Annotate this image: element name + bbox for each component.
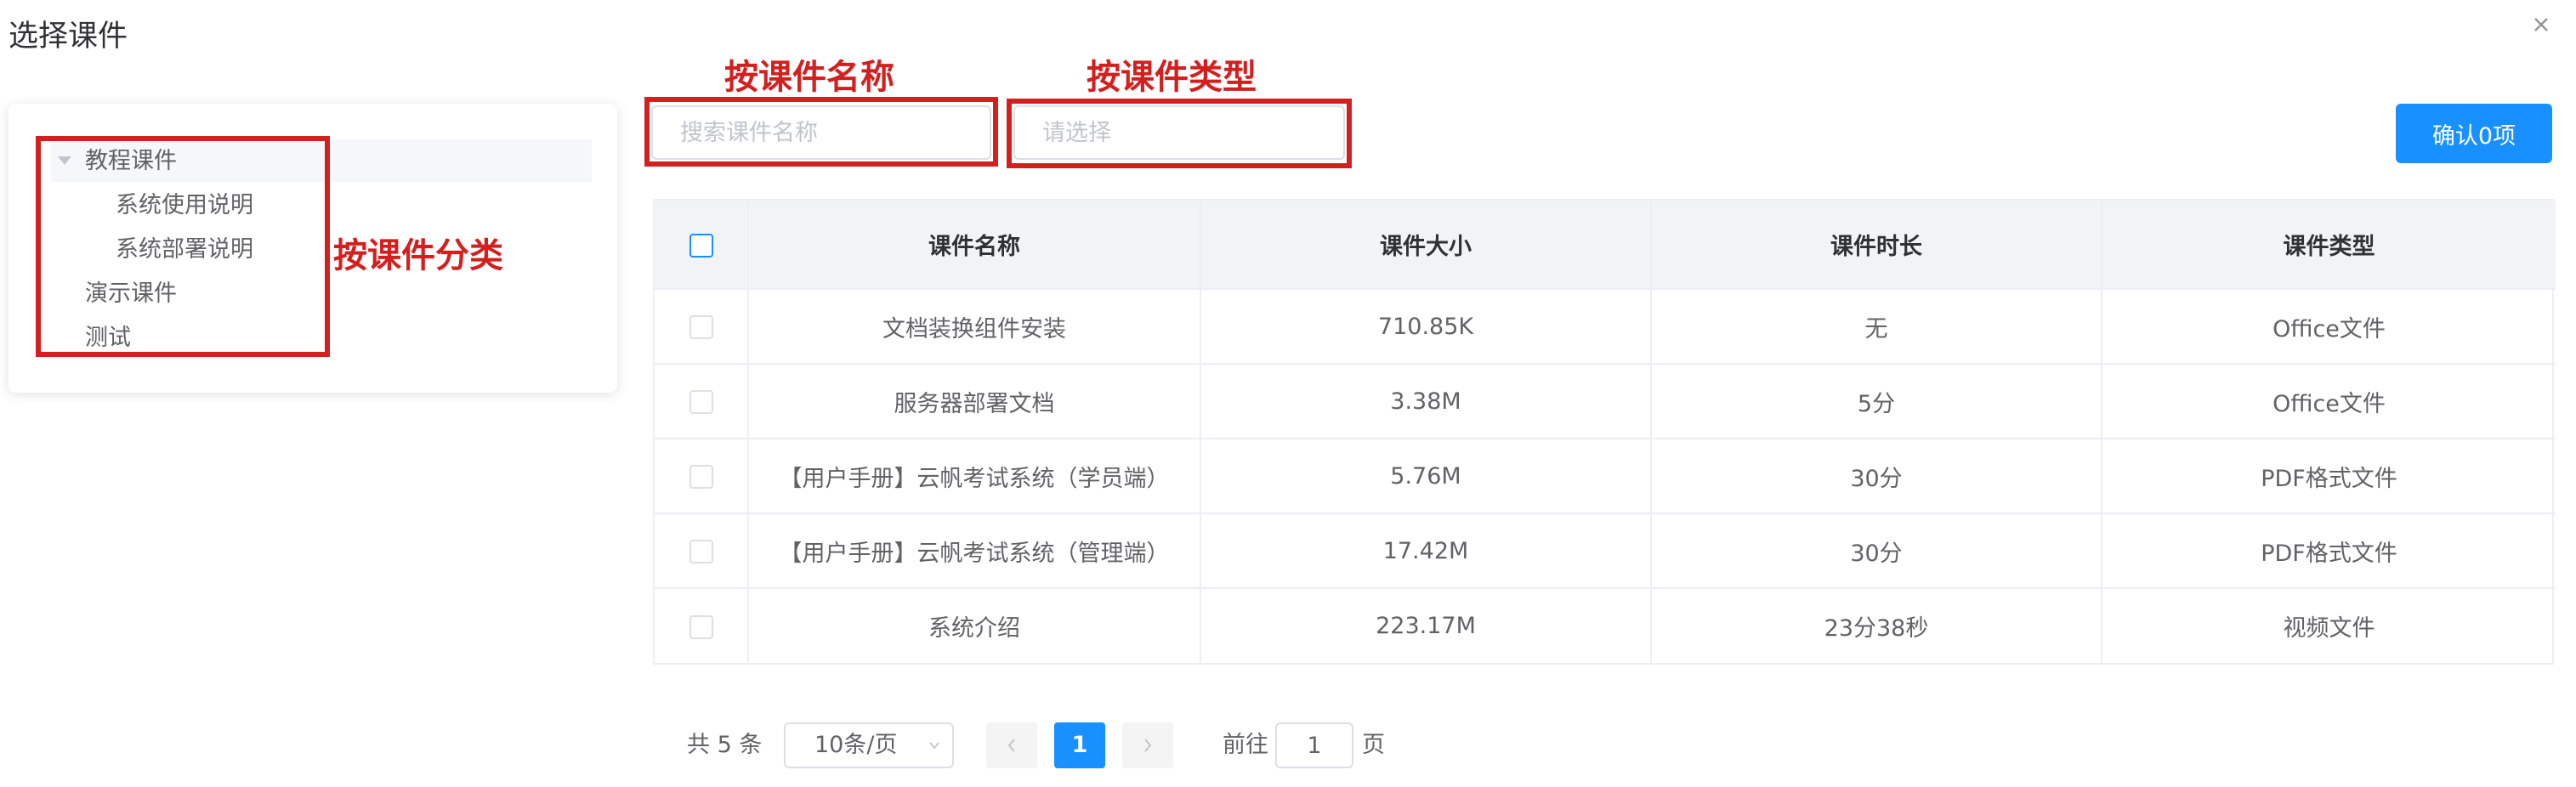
table-row[interactable]: 系统介绍 223.17M 23分38秒 视频文件 [655, 588, 2556, 663]
column-header-type: 课件类型 [2102, 201, 2556, 290]
cell-duration: 5分 [1651, 364, 2102, 439]
column-header-duration: 课件时长 [1651, 201, 2102, 290]
close-icon[interactable] [2528, 12, 2554, 37]
goto-page-input[interactable] [1275, 722, 1353, 768]
row-checkbox[interactable] [689, 614, 713, 639]
row-checkbox-cell [655, 289, 749, 365]
cell-duration: 无 [1651, 289, 2102, 365]
table-row[interactable]: 服务器部署文档 3.38M 5分 Office文件 [655, 364, 2556, 439]
table-row[interactable]: 文档装换组件安装 710.85K 无 Office文件 [655, 289, 2556, 365]
row-checkbox-cell [655, 364, 749, 439]
course-name-search-input[interactable] [651, 105, 991, 160]
cell-size: 3.38M [1200, 364, 1652, 439]
prev-page-button[interactable] [986, 722, 1037, 768]
cell-duration: 30分 [1651, 439, 2102, 514]
cell-size: 223.17M [1200, 588, 1652, 663]
row-checkbox[interactable] [689, 390, 713, 414]
chevron-left-icon [1007, 739, 1015, 752]
row-checkbox[interactable] [689, 465, 713, 489]
select-all-checkbox[interactable] [689, 233, 713, 258]
cell-size: 710.85K [1200, 289, 1652, 365]
cell-type: PDF格式文件 [2102, 439, 2556, 514]
pagination-total: 共 5 条 [687, 732, 763, 758]
page-number-current[interactable]: 1 [1054, 722, 1105, 768]
cell-name: 系统介绍 [748, 588, 1201, 663]
select-all-cell [655, 201, 749, 290]
goto-label: 前往 [1223, 732, 1268, 758]
column-header-name: 课件名称 [748, 201, 1201, 290]
cell-type: Office文件 [2102, 289, 2556, 365]
cell-duration: 23分38秒 [1651, 588, 2102, 663]
annotation-by-type: 按课件类型 [1087, 58, 1257, 97]
column-header-size: 课件大小 [1200, 201, 1652, 290]
cell-name: 文档装换组件安装 [748, 289, 1201, 365]
cell-name: 【用户手册】云帆考试系统（管理端） [748, 513, 1201, 589]
row-checkbox-cell [655, 439, 749, 514]
cell-type: 视频文件 [2283, 615, 2375, 642]
row-checkbox[interactable] [689, 315, 713, 339]
annotation-by-category: 按课件分类 [333, 236, 503, 275]
table-row[interactable]: 【用户手册】云帆考试系统（管理端） 17.42M 30分 PDF格式文件 [655, 513, 2556, 589]
confirm-button[interactable]: 确认0项 [2396, 104, 2552, 163]
row-checkbox-cell [655, 588, 749, 663]
row-checkbox[interactable] [689, 540, 713, 563]
cell-type: Office文件 [2102, 364, 2556, 439]
annotation-by-name: 按课件名称 [724, 58, 894, 97]
cell-size: 17.42M [1200, 513, 1652, 589]
cell-size: 5.76M [1200, 439, 1652, 514]
table-header-row: 课件名称 课件大小 课件时长 课件类型 [655, 201, 2556, 290]
chevron-down-icon [929, 742, 939, 750]
courseware-table: 课件名称 课件大小 课件时长 课件类型 文档装换组件安装 710.85K 无 O… [653, 199, 2556, 665]
cell-type: PDF格式文件 [2102, 513, 2556, 589]
course-type-select[interactable] [1013, 105, 1345, 160]
row-checkbox-cell [655, 513, 749, 589]
annotation-box-category [36, 136, 330, 357]
page-suffix: 页 [1362, 732, 1385, 758]
table-row[interactable]: 【用户手册】云帆考试系统（学员端） 5.76M 30分 PDF格式文件 [655, 439, 2556, 514]
cell-name: 服务器部署文档 [748, 364, 1201, 439]
page-size-value: 10条/页 [814, 732, 898, 758]
page-size-select[interactable]: 10条/页 [784, 722, 954, 768]
cell-duration: 30分 [1651, 513, 2102, 589]
chevron-right-icon [1144, 739, 1152, 752]
cell-name: 【用户手册】云帆考试系统（学员端） [748, 439, 1201, 514]
next-page-button[interactable] [1122, 722, 1173, 768]
dialog-title: 选择课件 [9, 20, 128, 54]
